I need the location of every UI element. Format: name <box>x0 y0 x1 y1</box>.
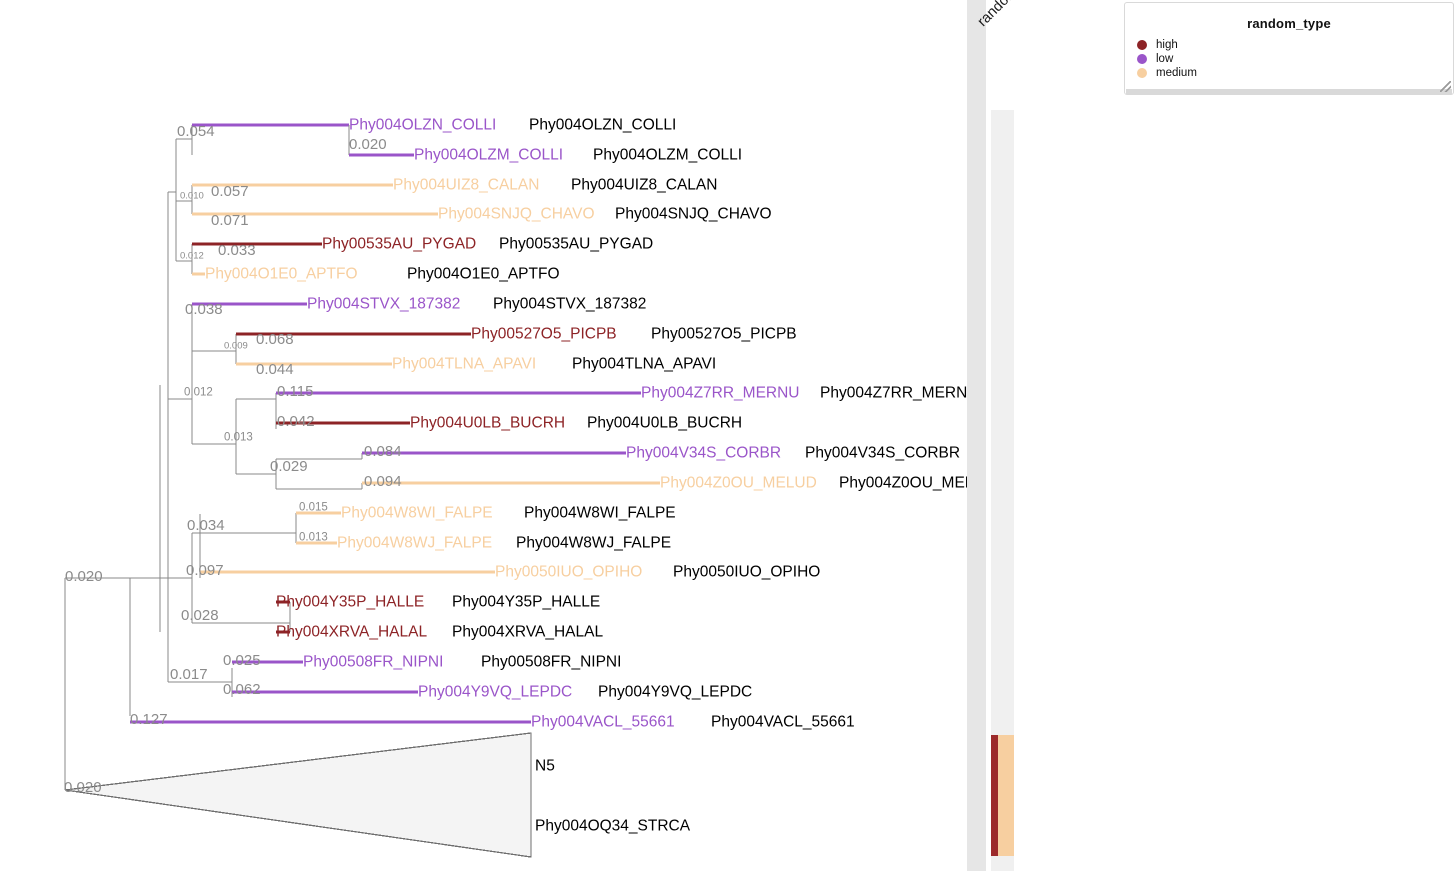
legend-bottom-bar <box>1126 89 1452 94</box>
tip-label-colored[interactable]: Phy004STVX_187382 <box>307 296 460 312</box>
branch-length-label: 0.010 <box>180 190 204 202</box>
tip-label-colored[interactable]: Phy004OLZN_COLLI <box>349 117 496 133</box>
branch-length-label: 0.033 <box>218 242 256 259</box>
branch-length-label: 0.013 <box>299 531 328 544</box>
tip-label-black[interactable]: Phy004OLZM_COLLI <box>593 147 742 163</box>
tip-label-colored[interactable]: Phy004UIZ8_CALAN <box>393 177 539 193</box>
legend-title: random_type <box>1247 16 1331 31</box>
collapsed-clade-label[interactable]: Phy004OQ34_STRCA <box>535 818 690 834</box>
tip-label-colored[interactable]: Phy004SNJQ_CHAVO <box>438 206 595 222</box>
branch-length-label: 0.054 <box>177 123 215 140</box>
phylogenetic-tree-viewer: 0.054 0.020 0.057 0.010 0.071 0.033 0.012 0.038… <box>0 0 1454 871</box>
tip-label-black[interactable]: Phy004SNJQ_CHAVO <box>615 206 772 222</box>
tip-label-colored[interactable]: Phy004VACL_55661 <box>531 714 675 730</box>
tip-label-colored[interactable]: Phy004W8WJ_FALPE <box>337 535 492 551</box>
legend-item-label: low <box>1156 52 1174 65</box>
tip-label-black[interactable]: Phy004Y9VQ_LEPDC <box>598 684 752 700</box>
heat-cell-1[interactable] <box>998 735 1014 856</box>
legend-swatch-icon <box>1137 40 1147 51</box>
tip-label-black[interactable]: Phy004XRVA_HALAL <box>452 624 603 640</box>
tip-label-black[interactable]: Phy00535AU_PYGAD <box>499 236 653 252</box>
branch-length-label: 0.071 <box>211 212 249 229</box>
branch-length-label: 0.015 <box>299 501 328 514</box>
legend-item-label: medium <box>1156 66 1197 79</box>
tree-canvas[interactable]: 0.054 0.020 0.057 0.010 0.071 0.033 0.012 0.038… <box>0 0 968 871</box>
tip-label-colored[interactable]: Phy004TLNA_APAVI <box>392 356 536 372</box>
branch-length-label: 0.115 <box>277 383 314 400</box>
branch-length-label: 0.097 <box>186 562 224 579</box>
tip-label-black[interactable]: Phy00508FR_NIPNI <box>481 654 621 670</box>
legend-item-label: high <box>1156 38 1178 51</box>
tip-label-colored[interactable]: Phy00508FR_NIPNI <box>303 654 443 670</box>
legend-panel[interactable]: random_type high low medium <box>1124 2 1454 95</box>
legend-swatch-icon <box>1137 54 1147 65</box>
branch-length-label: 0.127 <box>130 711 168 728</box>
branch-length-label: 0.042 <box>277 413 315 430</box>
branch-length-label: 0.028 <box>181 607 219 624</box>
tip-label-colored[interactable]: Phy004Y9VQ_LEPDC <box>418 684 572 700</box>
branch-length-label: 0.017 <box>170 666 208 683</box>
tip-label-colored[interactable]: Phy004OLZM_COLLI <box>414 147 563 163</box>
tip-label-black[interactable]: Phy004VACL_55661 <box>711 714 855 730</box>
tip-label-colored[interactable]: Phy0050IUO_OPIHO <box>495 564 642 580</box>
branch-length-label: 0.020 <box>65 568 103 585</box>
tip-label-black[interactable]: Phy004TLNA_APAVI <box>572 356 716 372</box>
legend-item-high[interactable]: high <box>1137 39 1453 52</box>
tip-label-colored[interactable]: Phy004Z7RR_MERNU <box>641 385 800 401</box>
branch-length-label: 0.020 <box>349 136 387 153</box>
tip-label-black[interactable]: Phy00527O5_PICPB <box>651 326 797 342</box>
branch-length-label: 0.084 <box>364 443 402 460</box>
tip-label-colored[interactable]: Phy004W8WI_FALPE <box>341 505 493 521</box>
tip-label-black[interactable]: Phy004W8WJ_FALPE <box>516 535 671 551</box>
branch-length-label: 0.029 <box>270 458 308 475</box>
branch-length-label: 0.012 <box>180 250 204 262</box>
tip-label-black[interactable]: Phy004STVX_187382 <box>493 296 646 312</box>
branch-length-label: 0.013 <box>224 431 253 444</box>
tip-label-black[interactable]: Phy004Y35P_HALLE <box>452 594 600 610</box>
tip-label-black[interactable]: Phy004Z0OU_MELUD <box>839 475 968 491</box>
branch-length-label: 0.025 <box>223 652 261 669</box>
branch-length-label: 0.094 <box>364 473 402 490</box>
tip-label-colored[interactable]: Phy004O1E0_APTFO <box>205 266 358 282</box>
branch-length-label: 0.034 <box>187 517 225 534</box>
tip-label-colored[interactable]: Phy004XRVA_HALAL <box>276 624 427 640</box>
branch-length-label: 0.057 <box>211 183 249 200</box>
branch-length-label: 0.038 <box>185 301 223 318</box>
branch-length-label: 0.062 <box>223 681 261 698</box>
tip-label-black[interactable]: Phy004U0LB_BUCRH <box>587 415 742 431</box>
tip-label-colored[interactable]: Phy004U0LB_BUCRH <box>410 415 565 431</box>
branch-length-label: 0.012 <box>184 386 213 399</box>
tip-label-colored[interactable]: Phy004Z0OU_MELUD <box>660 475 817 491</box>
legend-item-low[interactable]: low <box>1137 53 1453 66</box>
legend-item-medium[interactable]: medium <box>1137 67 1453 80</box>
vertical-scrollbar-track[interactable] <box>967 0 986 871</box>
branch-length-label: 0.009 <box>224 340 248 352</box>
tip-label-black[interactable]: Phy0050IUO_OPIHO <box>673 564 820 580</box>
legend-swatch-icon <box>1137 68 1147 79</box>
tip-label-black[interactable]: Phy004O1E0_APTFO <box>407 266 560 282</box>
resize-handle-icon[interactable] <box>1440 81 1451 92</box>
tip-label-black[interactable]: Phy004Z7RR_MERNU <box>820 385 968 401</box>
legend-item-list: high low medium <box>1137 39 1453 80</box>
tip-label-colored[interactable]: Phy00527O5_PICPB <box>471 326 617 342</box>
tip-label-colored[interactable]: Phy00535AU_PYGAD <box>322 236 476 252</box>
tip-label-colored[interactable]: Phy004V34S_CORBR <box>626 445 781 461</box>
tip-label-black[interactable]: Phy004V34S_CORBR <box>805 445 960 461</box>
heat-cell-0[interactable] <box>991 735 998 856</box>
branch-length-label: 0.068 <box>256 331 294 348</box>
branch-length-label: 0.044 <box>256 361 294 378</box>
annotation-heat-column[interactable] <box>991 735 1014 856</box>
tip-label-black[interactable]: Phy004W8WI_FALPE <box>524 505 676 521</box>
collapsed-clade-triangle[interactable] <box>64 732 532 858</box>
collapsed-clade-label[interactable]: N5 <box>535 758 555 774</box>
tip-label-black[interactable]: Phy004UIZ8_CALAN <box>571 177 717 193</box>
branch-length-label: 0.020 <box>64 779 102 796</box>
tip-label-colored[interactable]: Phy004Y35P_HALLE <box>276 594 424 610</box>
tip-label-black[interactable]: Phy004OLZN_COLLI <box>529 117 676 133</box>
